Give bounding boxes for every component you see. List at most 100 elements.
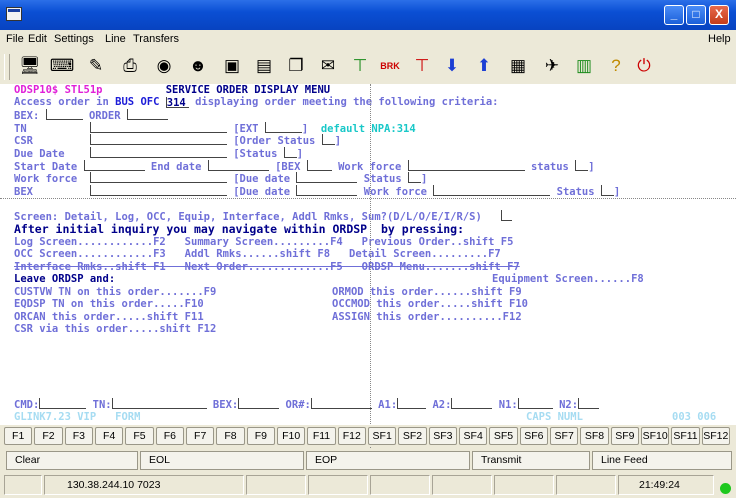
fkey-sf2[interactable]: SF2 <box>398 427 427 445</box>
notes-icon[interactable]: ▤ <box>252 54 276 78</box>
calendar-icon[interactable]: ▦ <box>506 54 530 78</box>
tn2-field[interactable] <box>111 398 207 409</box>
eop-button[interactable]: EOP <box>306 451 470 470</box>
satellite-icon[interactable]: ✈ <box>540 54 564 78</box>
fkey-f5[interactable]: F5 <box>125 427 154 445</box>
fkey-f4[interactable]: F4 <box>95 427 124 445</box>
fkey-f6[interactable]: F6 <box>155 427 184 445</box>
fkey-f1[interactable]: F1 <box>4 427 33 445</box>
fkey-f8[interactable]: F8 <box>216 427 245 445</box>
a1-label: A1: <box>378 399 398 411</box>
order-status-field[interactable] <box>321 134 335 145</box>
fkey-sf7[interactable]: SF7 <box>550 427 579 445</box>
maximize-button[interactable]: □ <box>686 5 706 25</box>
screen-choice-field[interactable] <box>500 210 512 221</box>
line-feed-button[interactable]: Line Feed <box>592 451 732 470</box>
keyboard-icon[interactable]: ⌨ <box>50 54 75 78</box>
close-button[interactable]: X <box>709 5 729 25</box>
down-arrow-icon[interactable]: ⬇ <box>440 54 464 78</box>
fkey-sf4[interactable]: SF4 <box>459 427 488 445</box>
stamp-icon[interactable]: ✉ <box>316 54 340 78</box>
fkey-sf8[interactable]: SF8 <box>580 427 609 445</box>
work-force2-field[interactable] <box>89 172 227 183</box>
menu-settings[interactable]: Settings <box>54 33 94 45</box>
fkey-sf1[interactable]: SF1 <box>368 427 397 445</box>
minimize-button[interactable]: _ <box>664 5 684 25</box>
fkey-sf6[interactable]: SF6 <box>519 427 548 445</box>
agent-icon[interactable]: ☻ <box>186 54 210 78</box>
fkey-f10[interactable]: F10 <box>277 427 306 445</box>
send-icon[interactable]: ⊤ <box>410 54 434 78</box>
a2-field[interactable] <box>451 398 493 409</box>
fkey-sf9[interactable]: SF9 <box>610 427 639 445</box>
due-date2-field[interactable] <box>296 172 358 183</box>
menu-row-1: Log Screen............F2 Summary Screen.… <box>14 236 514 248</box>
toolbar-grip[interactable] <box>4 54 10 80</box>
start-date-field[interactable] <box>83 160 145 171</box>
help-icon[interactable]: ? <box>604 54 628 78</box>
copy-icon[interactable]: ❐ <box>284 54 308 78</box>
screen-icon[interactable]: 🖥 <box>18 54 42 78</box>
status-cell-blank <box>246 475 306 495</box>
antenna-icon[interactable]: ⊤ <box>348 54 372 78</box>
work-force-field[interactable] <box>407 160 525 171</box>
order-field[interactable] <box>126 109 168 120</box>
status-lc-field[interactable] <box>575 160 589 171</box>
bex4-field[interactable] <box>238 398 280 409</box>
status-field[interactable] <box>283 147 297 158</box>
printer-icon[interactable]: ⎙ <box>118 54 142 78</box>
action-bar: Clear EOL EOP Transmit Line Feed <box>0 449 736 472</box>
wand-icon[interactable]: ✎ <box>84 54 108 78</box>
transmit-button[interactable]: Transmit <box>472 451 590 470</box>
due-date3-field[interactable] <box>296 185 358 196</box>
app-icon[interactable] <box>6 7 22 21</box>
eol-button[interactable]: EOL <box>140 451 304 470</box>
a2-label: A2: <box>432 399 452 411</box>
fkey-sf11[interactable]: SF11 <box>671 427 700 445</box>
clear-button[interactable]: Clear <box>6 451 138 470</box>
bex3-field[interactable] <box>89 185 227 196</box>
bex2-field[interactable] <box>306 160 332 171</box>
bex-label: BEX: <box>14 110 40 122</box>
status3-field[interactable] <box>600 185 614 196</box>
fkey-f3[interactable]: F3 <box>64 427 93 445</box>
csr-field[interactable] <box>89 134 227 145</box>
terminal-screen[interactable]: ODSP10$ STL51p SERVICE ORDER DISPLAY MEN… <box>0 84 736 425</box>
status2-field[interactable] <box>408 172 422 183</box>
fkey-f2[interactable]: F2 <box>34 427 63 445</box>
up-arrow-icon[interactable]: ⬆ <box>472 54 496 78</box>
fkey-sf12[interactable]: SF12 <box>701 427 730 445</box>
n2-field[interactable] <box>578 398 600 409</box>
n1-field[interactable] <box>517 398 553 409</box>
tn-field[interactable] <box>89 122 227 133</box>
keypad-icon[interactable]: ▥ <box>572 54 596 78</box>
or-field[interactable] <box>310 398 372 409</box>
bex3-label: BEX <box>14 186 33 198</box>
fkey-sf10[interactable]: SF10 <box>641 427 670 445</box>
menu-transfers[interactable]: Transfers <box>133 33 179 45</box>
bus-ofc-field[interactable]: 314 <box>165 97 189 109</box>
menu-line[interactable]: Line <box>105 33 126 45</box>
fkey-sf3[interactable]: SF3 <box>428 427 457 445</box>
access-line: Access order in BUS OFC 314 displaying o… <box>14 96 499 109</box>
bracket: ] <box>296 148 304 160</box>
menu-edit[interactable]: Edit <box>28 33 47 45</box>
bex-field[interactable] <box>45 109 83 120</box>
exit-icon[interactable]: ⏻ <box>632 54 656 78</box>
fkey-f12[interactable]: F12 <box>337 427 366 445</box>
ext-field[interactable] <box>264 122 302 133</box>
due-date-field[interactable] <box>89 147 227 158</box>
a1-field[interactable] <box>397 398 427 409</box>
window-icon[interactable]: ▣ <box>220 54 244 78</box>
work-force3-field[interactable] <box>433 185 551 196</box>
camera-icon[interactable]: ◉ <box>152 54 176 78</box>
menu-file[interactable]: File <box>6 33 24 45</box>
fkey-f9[interactable]: F9 <box>246 427 275 445</box>
menu-help[interactable]: Help <box>708 33 731 45</box>
cmd-field[interactable] <box>39 398 87 409</box>
fkey-f7[interactable]: F7 <box>186 427 215 445</box>
fkey-sf5[interactable]: SF5 <box>489 427 518 445</box>
fkey-f11[interactable]: F11 <box>307 427 336 445</box>
end-date-field[interactable] <box>207 160 269 171</box>
break-icon[interactable]: BRK <box>378 54 402 78</box>
